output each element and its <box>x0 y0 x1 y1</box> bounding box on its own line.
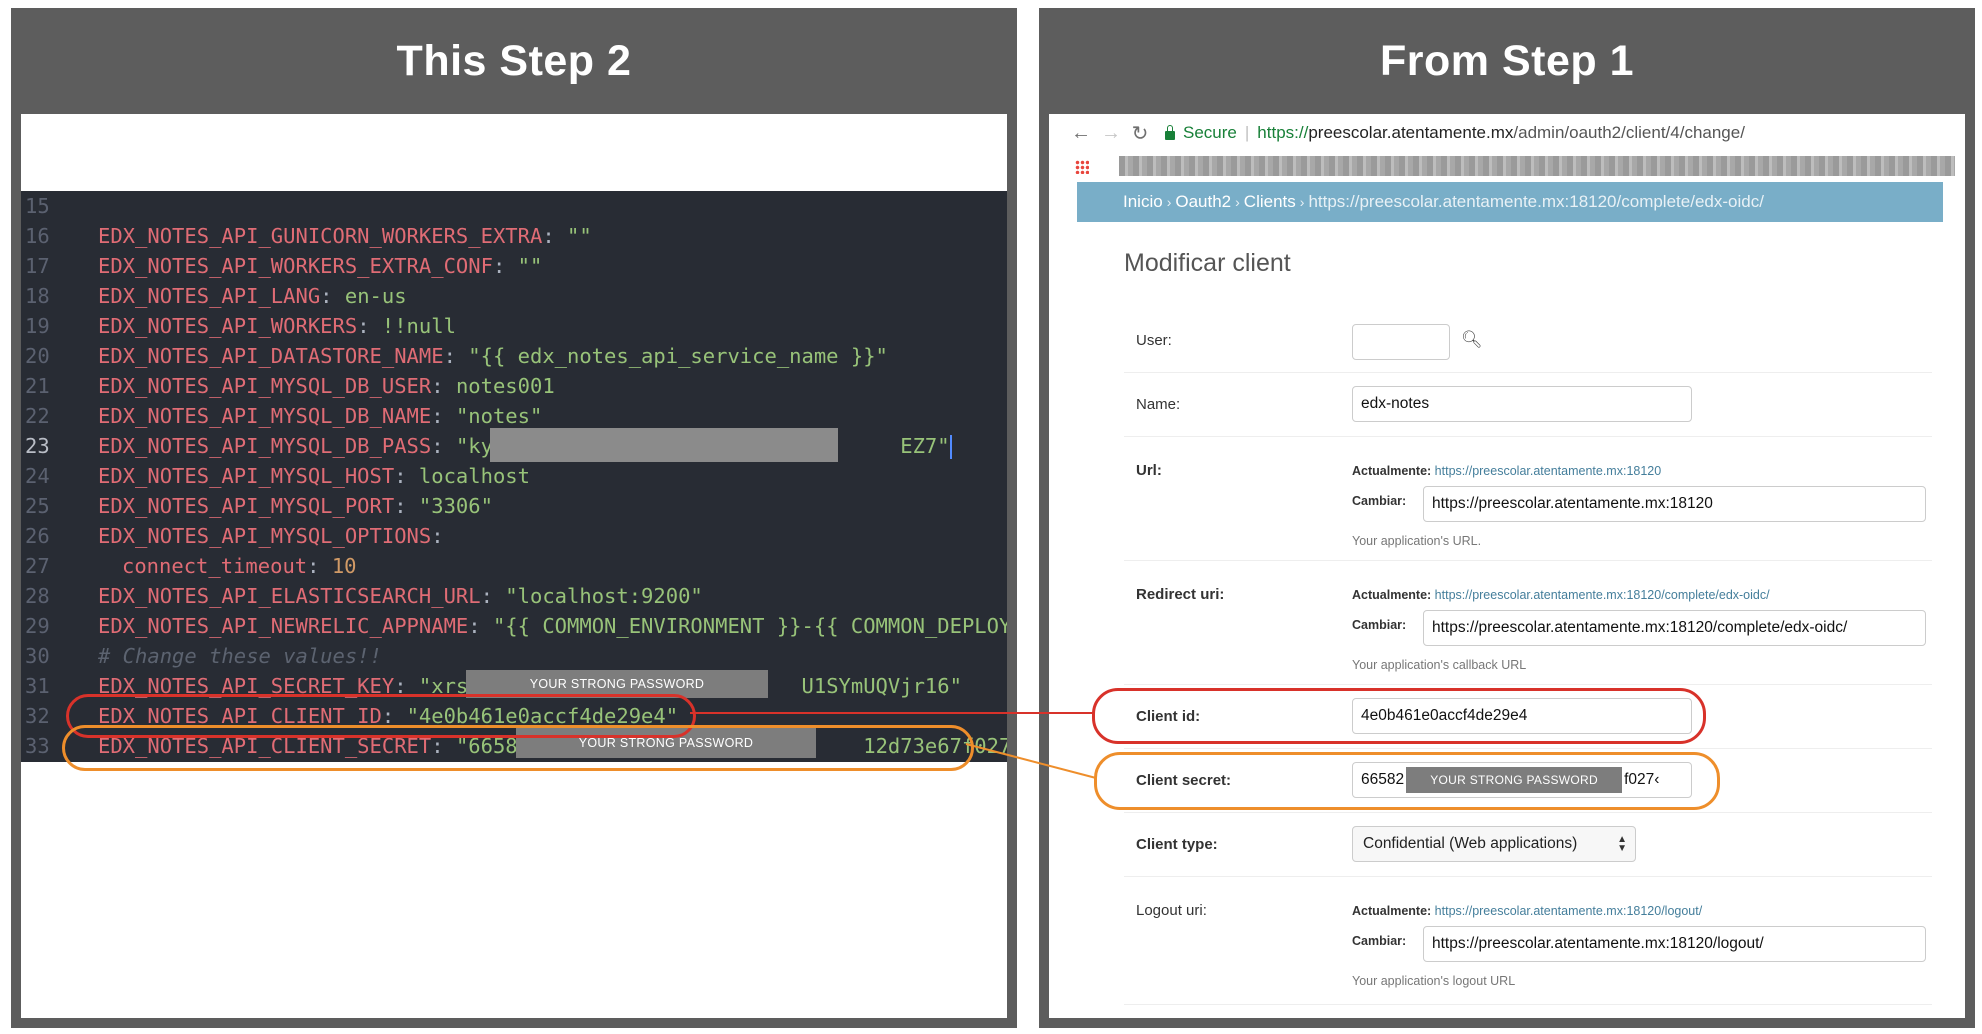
connector-overlay <box>965 743 1097 779</box>
client-secret-connector-line <box>965 743 1097 779</box>
